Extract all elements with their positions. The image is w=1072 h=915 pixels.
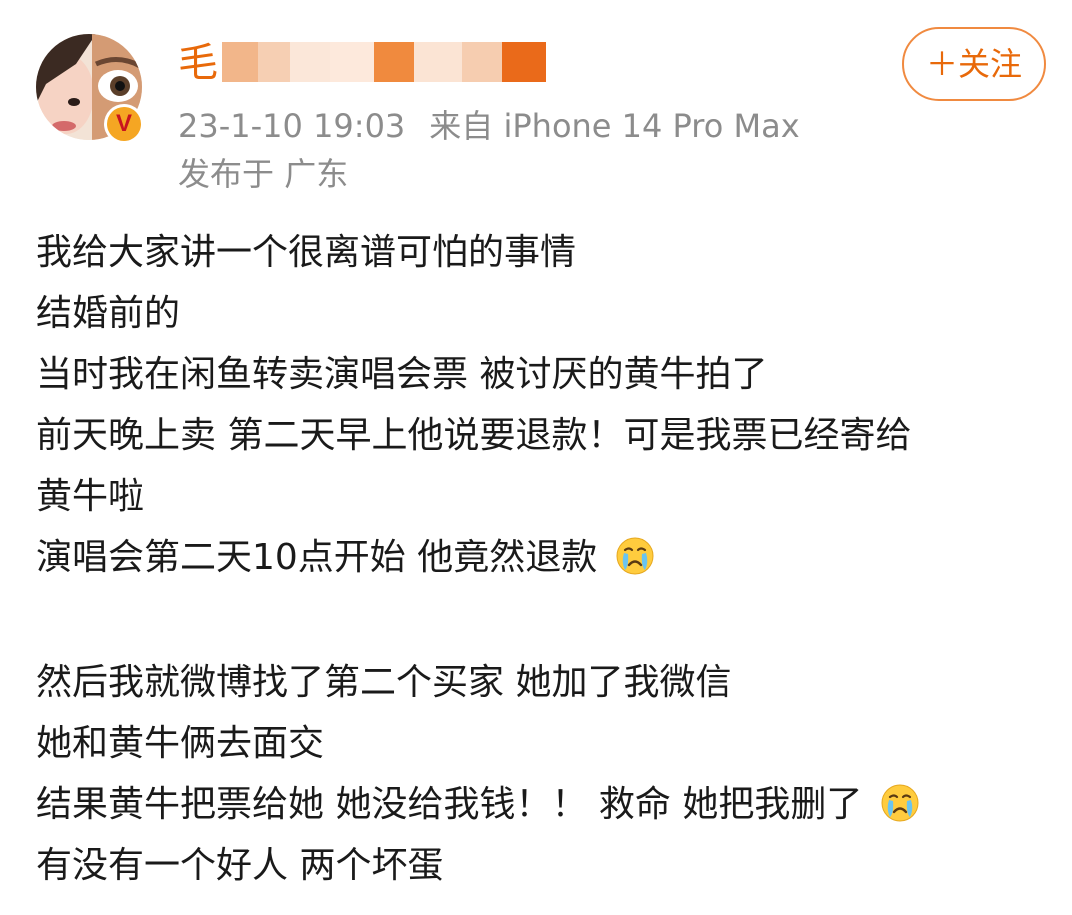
crying-face-icon	[881, 784, 919, 822]
location-value: 广东	[284, 155, 349, 193]
post-source-device: iPhone 14 Pro Max	[503, 107, 800, 145]
post-timestamp: 23-1-10 19:03	[178, 107, 406, 145]
username-redaction	[374, 42, 414, 82]
post-text-line-with-emoji: 结果黄牛把票给她 她没给我钱！！ 救命 她把我删了	[36, 774, 1046, 835]
username-redaction	[330, 42, 374, 82]
post-text: 演唱会第二天10点开始 他竟然退款	[36, 537, 598, 578]
location-prefix: 发布于	[178, 155, 275, 193]
post-text-line: 结婚前的	[36, 293, 181, 334]
username-redaction	[290, 42, 330, 82]
username-visible-char: 毛	[178, 40, 218, 86]
username-redaction	[258, 42, 290, 82]
post-text-line: 她和黄牛俩去面交	[36, 723, 325, 764]
post-text-line: 然后我就微博找了第二个买家 她加了我微信	[36, 662, 732, 703]
follow-button[interactable]: ＋关注	[902, 27, 1046, 101]
verified-badge-icon: V	[104, 104, 144, 144]
post-body: 我给大家讲一个很离谱可怕的事情 结婚前的 当时我在闲鱼转卖演唱会票 被讨厌的黄牛…	[36, 222, 1046, 896]
post-text-line: 当时我在闲鱼转卖演唱会票 被讨厌的黄牛拍了	[36, 354, 768, 395]
username-redaction	[462, 42, 502, 82]
username-redaction	[502, 42, 546, 82]
username-redaction	[222, 42, 258, 82]
username[interactable]: 毛	[178, 38, 558, 90]
post-meta: 23-1-10 19:03 来自 iPhone 14 Pro Max	[178, 106, 800, 146]
post-text-line: 有没有一个好人 两个坏蛋	[36, 845, 444, 886]
post-text: 结果黄牛把票给她 她没给我钱！！ 救命 她把我删了	[36, 784, 863, 825]
post-header: V 毛 23-1-10 19:03 来自 iPhone 14 Pro Max 发布…	[0, 0, 1072, 200]
post-text-line: 黄牛啦	[36, 476, 145, 517]
verified-badge-label: V	[107, 107, 141, 141]
post-text-line: 前天晚上卖 第二天早上他说要退款！可是我票已经寄给	[36, 415, 912, 456]
crying-face-icon	[616, 537, 654, 575]
post-source-prefix: 来自	[429, 107, 494, 145]
username-redaction	[414, 42, 462, 82]
post-text-line: 我给大家讲一个很离谱可怕的事情	[36, 232, 577, 273]
post-location: 发布于 广东	[178, 154, 348, 194]
post-text-line-with-emoji: 演唱会第二天10点开始 他竟然退款	[36, 527, 1046, 588]
